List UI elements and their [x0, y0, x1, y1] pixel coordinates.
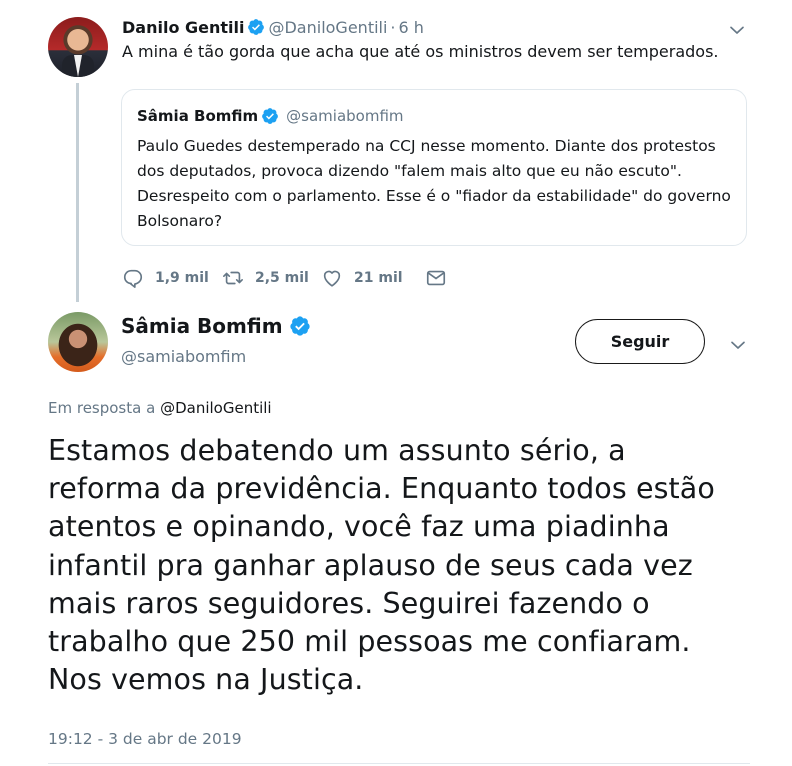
divider [48, 763, 750, 764]
direct-message-button[interactable] [425, 267, 447, 289]
main-author-name-row: Sâmia Bomfim [121, 314, 314, 338]
in-reply-to: Em resposta a @DaniloGentili [48, 399, 272, 417]
tweet1-header: Danilo Gentili @DaniloGentili · 6 h [122, 16, 424, 38]
verified-badge-icon [289, 316, 310, 336]
follow-button[interactable]: Seguir [575, 319, 705, 364]
quoted-tweet-text: Paulo Guedes destemperado na CCJ nesse m… [137, 137, 731, 230]
main-tweet-timestamp[interactable]: 19:12 - 3 de abr de 2019 [48, 730, 242, 748]
tweet1-text: A mina é tão gorda que acha que até os m… [122, 42, 719, 61]
heart-icon [323, 270, 341, 287]
tweet1-author-handle[interactable]: @DaniloGentili [268, 18, 387, 37]
like-count: 21 mil [354, 270, 403, 286]
retweet-icon [223, 271, 243, 285]
like-button[interactable]: 21 mil [321, 267, 425, 289]
main-tweet-text: Estamos debatendo um assunto sério, a re… [48, 434, 715, 697]
quoted-author-name: Sâmia Bomfim [137, 107, 259, 125]
retweet-count: 2,5 mil [255, 270, 309, 286]
chevron-down-icon[interactable] [728, 21, 746, 39]
tweet1-time[interactable]: 6 h [399, 18, 424, 37]
chevron-down-icon[interactable] [729, 336, 747, 354]
quoted-tweet-header: Sâmia Bomfim @samiabomfim [137, 107, 404, 125]
quoted-author-handle: @samiabomfim [286, 107, 404, 125]
danilo-avatar[interactable] [48, 17, 108, 77]
quoted-tweet-card[interactable]: Sâmia Bomfim @samiabomfim Paulo Guedes d… [121, 89, 747, 246]
reply-mention-link[interactable]: @DaniloGentili [160, 399, 272, 417]
verified-badge-icon [248, 19, 265, 35]
verified-badge-icon [262, 108, 279, 124]
samia-avatar[interactable] [48, 312, 108, 372]
retweet-button[interactable]: 2,5 mil [222, 267, 321, 289]
envelope-icon [426, 270, 446, 286]
reply-button[interactable]: 1,9 mil [122, 267, 222, 289]
tweet1-action-bar: 1,9 mil 2,5 mil 21 mil [122, 264, 447, 292]
main-author-name[interactable]: Sâmia Bomfim [121, 314, 283, 338]
reply-prefix: Em resposta a [48, 399, 156, 417]
main-author-handle[interactable]: @samiabomfim [121, 347, 246, 366]
reply-count: 1,9 mil [155, 270, 209, 286]
reply-icon [123, 269, 143, 288]
tweet1-author-name[interactable]: Danilo Gentili [122, 18, 244, 37]
thread-connector-line [76, 83, 79, 302]
tweet1-separator: · [390, 17, 396, 37]
